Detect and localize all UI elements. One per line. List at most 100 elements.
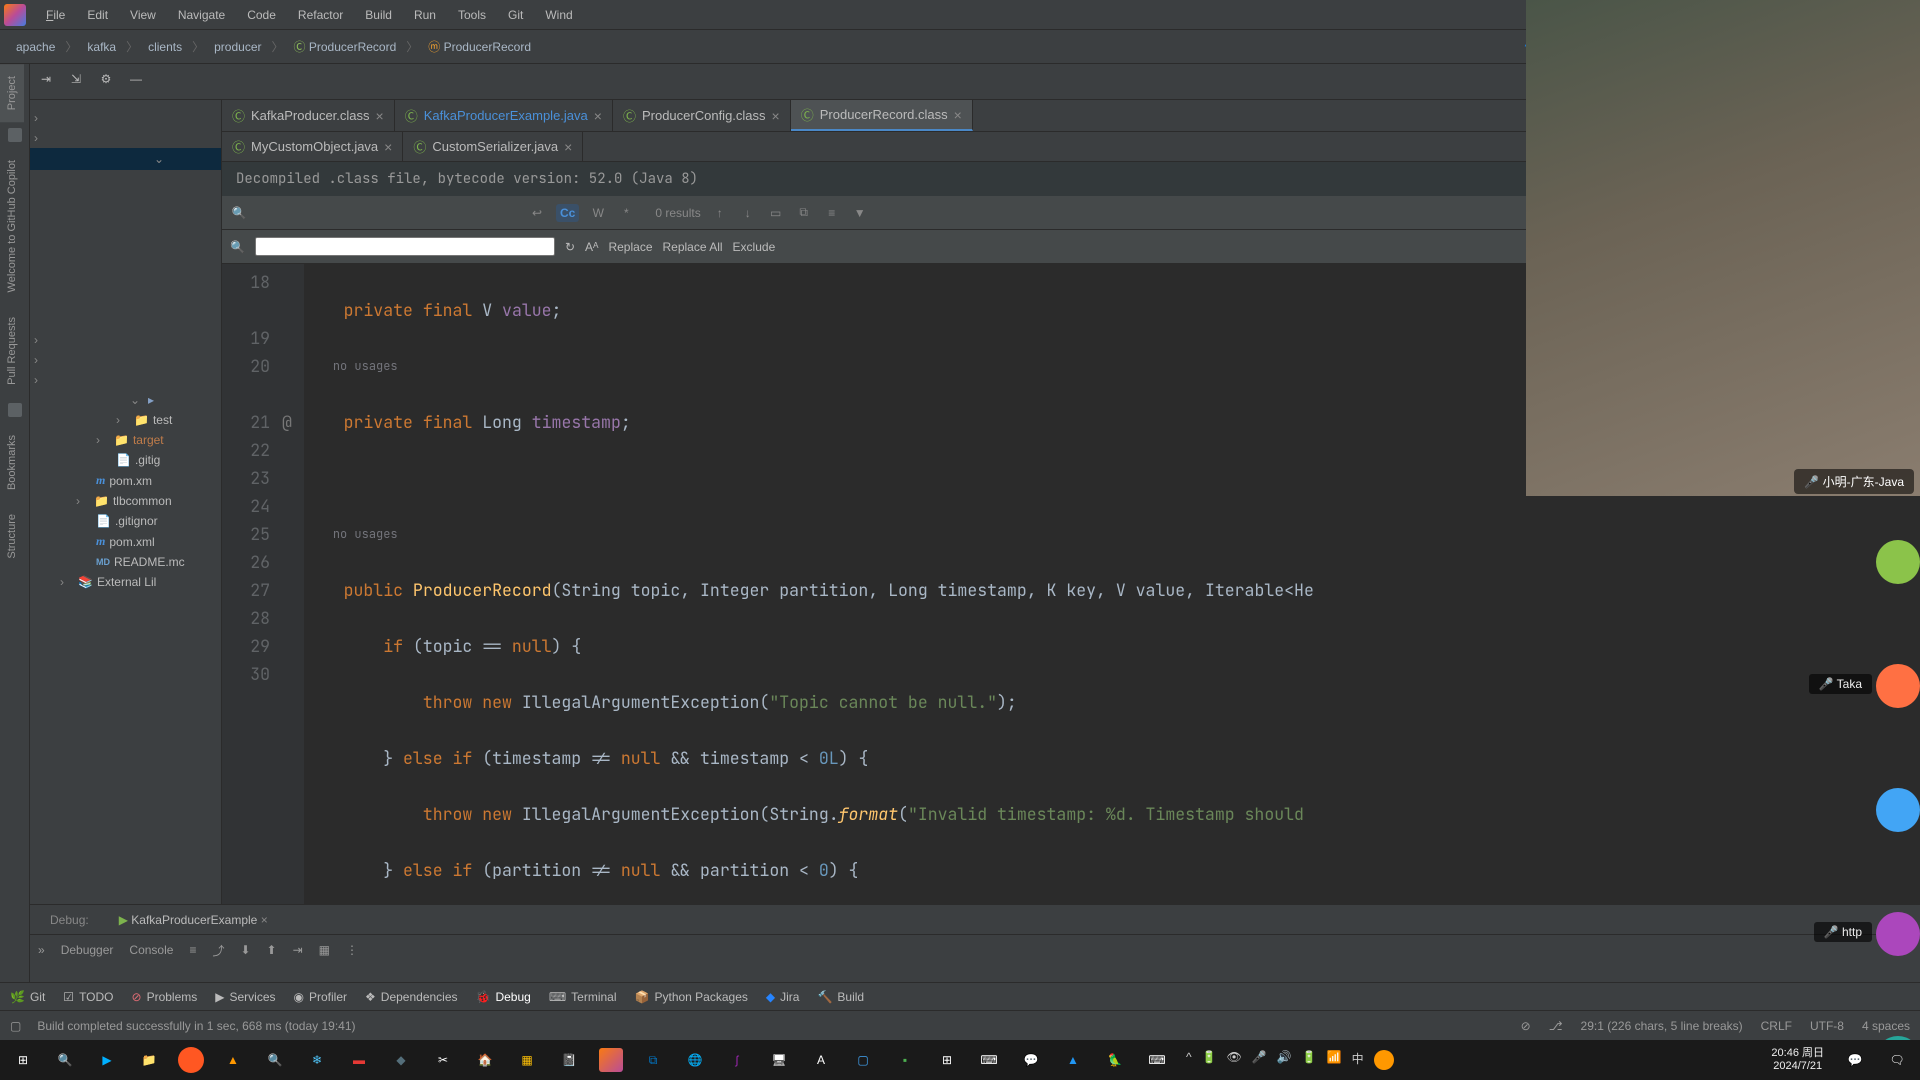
tray-expand-icon[interactable]: ^ [1186, 1050, 1192, 1070]
project-tool-tab[interactable]: Project [0, 64, 24, 122]
menu-tools[interactable]: Tools [448, 4, 496, 26]
cursor-position[interactable]: 29:1 (226 chars, 5 line breaks) [1581, 1019, 1743, 1033]
hide-icon[interactable]: — [126, 72, 146, 92]
pullrequests-tool-tab[interactable]: Pull Requests [0, 305, 24, 397]
toolwin-profiler[interactable]: ◉Profiler [294, 990, 348, 1004]
taskbar-app[interactable]: ▶ [88, 1041, 126, 1079]
breadcrumb[interactable]: kafka [81, 37, 122, 57]
inspection-icon[interactable]: ⊘ [1521, 1019, 1531, 1033]
git-branch-icon[interactable]: ⎇ [1549, 1019, 1563, 1033]
avatar[interactable] [1876, 540, 1920, 584]
commit-tool-icon[interactable] [8, 128, 22, 142]
menu-navigate[interactable]: Navigate [168, 4, 235, 26]
taskbar-app[interactable]: 🦜 [1096, 1041, 1134, 1079]
start-button[interactable]: ⊞ [4, 1041, 42, 1079]
breadcrumb[interactable]: apache [10, 37, 61, 57]
tree-file-gitignore2[interactable]: .gitignor [115, 514, 158, 528]
notification-icon[interactable]: 💬 [1836, 1041, 1874, 1079]
replace-input[interactable] [255, 237, 555, 256]
step-into-icon[interactable]: ⬇ [240, 943, 250, 957]
override-icon[interactable]: @ [282, 408, 302, 436]
menu-code[interactable]: Code [237, 4, 286, 26]
regex-replace-icon[interactable]: Aᴬ [585, 240, 598, 254]
tree-file-gitignore[interactable]: .gitig [135, 453, 160, 467]
expand-icon[interactable]: » [38, 943, 45, 957]
taskbar-app[interactable]: ▢ [844, 1041, 882, 1079]
thread-icon[interactable]: ≡ [189, 943, 196, 957]
intellij-icon[interactable] [592, 1041, 630, 1079]
vscode-icon[interactable]: ⧉ [634, 1041, 672, 1079]
search-input[interactable] [258, 205, 518, 220]
chrome-icon[interactable]: 🌐 [676, 1041, 714, 1079]
debug-config-tab[interactable]: ▶ KafkaProducerExample × [107, 909, 280, 931]
menu-edit[interactable]: Edit [77, 4, 118, 26]
console-tab[interactable]: Console [129, 943, 173, 957]
tab-customserializer[interactable]: ⒸCustomSerializer.java× [403, 132, 583, 161]
avatar[interactable]: 🎤 Taka [1876, 664, 1920, 708]
tab-mycustom[interactable]: ⒸMyCustomObject.java× [222, 132, 403, 161]
toolwindow-toggle-icon[interactable]: ▢ [10, 1019, 21, 1033]
filter-icon[interactable]: ▼ [851, 206, 869, 220]
battery-icon[interactable]: 🔋 [1202, 1050, 1217, 1070]
menu-git[interactable]: Git [498, 4, 533, 26]
filter-lines-icon[interactable]: ≡ [823, 206, 841, 220]
taskbar-app[interactable]: ❄ [298, 1041, 336, 1079]
down-arrow-icon[interactable]: ↓ [739, 206, 757, 220]
close-icon[interactable]: × [954, 107, 962, 123]
words-toggle[interactable]: W [589, 206, 607, 220]
taskbar-app[interactable]: ⊞ [928, 1041, 966, 1079]
breadcrumb-method[interactable]: ⓜ ProducerRecord [422, 35, 537, 58]
toolwin-problems[interactable]: ⊘Problems [132, 990, 198, 1004]
menu-view[interactable]: View [120, 4, 166, 26]
menu-build[interactable]: Build [355, 4, 402, 26]
close-icon[interactable]: × [376, 108, 384, 124]
step-out-icon[interactable]: ⬆ [267, 943, 277, 957]
tree-folder-test[interactable]: test [153, 413, 172, 427]
toolwin-python[interactable]: 📦Python Packages [635, 990, 748, 1004]
tree-folder-target[interactable]: target [133, 433, 164, 447]
evaluate-icon[interactable]: ▦ [319, 943, 330, 957]
menu-refactor[interactable]: Refactor [288, 4, 353, 26]
eye-icon[interactable]: 👁 [1227, 1050, 1242, 1070]
taskbar-app[interactable]: 🔍 [256, 1041, 294, 1079]
replace-all-button[interactable]: Replace All [663, 240, 723, 254]
breadcrumb[interactable]: clients [142, 37, 188, 57]
toolwin-deps[interactable]: ❖Dependencies [365, 990, 458, 1004]
tree-file-readme[interactable]: README.mc [114, 555, 185, 569]
toolwin-build[interactable]: 🔨Build [817, 990, 864, 1004]
match-case-toggle[interactable]: Cc [556, 204, 579, 222]
tab-kafkaproducer[interactable]: ⒸKafkaProducer.class× [222, 100, 395, 131]
taskbar-app[interactable]: 🖥 [760, 1041, 798, 1079]
copilot-tool-tab[interactable]: Welcome to GitHub Copilot [0, 148, 24, 304]
system-tray[interactable]: ^ 🔋 👁 🎤 🔊 🔋 📶 中 [1180, 1050, 1400, 1070]
up-arrow-icon[interactable]: ↑ [711, 206, 729, 220]
user-avatar-icon[interactable] [1374, 1050, 1394, 1070]
menu-window[interactable]: Wind [535, 4, 582, 26]
tree-folder-tlbcommon[interactable]: tlbcommon [113, 494, 172, 508]
new-window-icon[interactable]: ⧉ [795, 205, 813, 220]
prev-search-icon[interactable]: ↩ [528, 206, 546, 220]
bookmarks-tool-icon[interactable] [8, 403, 22, 417]
tree-file-pom[interactable]: pom.xm [109, 474, 152, 488]
taskbar-app[interactable] [178, 1047, 204, 1073]
debugger-tab[interactable]: Debugger [61, 943, 114, 957]
taskbar-app[interactable]: ⌨ [1138, 1041, 1176, 1079]
terminal-icon[interactable]: ⌨ [970, 1041, 1008, 1079]
taskbar-app[interactable]: ▬ [340, 1041, 378, 1079]
taskbar-app[interactable]: 📓 [550, 1041, 588, 1079]
taskbar-clock[interactable]: 20:46 周日2024/7/21 [1763, 1047, 1832, 1073]
select-all-icon[interactable]: ▭ [767, 206, 785, 220]
avatar[interactable]: 🎤 http [1876, 912, 1920, 956]
ime-icon[interactable]: 中 [1352, 1050, 1364, 1070]
project-tree[interactable]: › › ⌄ › › › ⌄▸ ›📁test ›📁target 📄.gitig m… [30, 100, 222, 904]
windows-taskbar[interactable]: ⊞ 🔍 ▶ 📁 ▲ 🔍 ❄ ▬ ◆ ✂ 🏠 ▦ 📓 ⧉ 🌐 ʃ 🖥 Α ▢ ▪ … [0, 1040, 1920, 1080]
volume-icon[interactable]: 🔊 [1277, 1050, 1292, 1070]
taskbar-app[interactable]: ◆ [382, 1041, 420, 1079]
structure-tool-tab[interactable]: Structure [0, 502, 24, 571]
line-separator[interactable]: CRLF [1761, 1019, 1792, 1033]
tab-producerconfig[interactable]: ⒸProducerConfig.class× [613, 100, 791, 131]
expand-all-icon[interactable]: ⇲ [66, 72, 86, 92]
menu-run[interactable]: Run [404, 4, 446, 26]
toolwin-services[interactable]: ▶Services [215, 990, 275, 1004]
toolwin-terminal[interactable]: ⌨Terminal [549, 990, 617, 1004]
